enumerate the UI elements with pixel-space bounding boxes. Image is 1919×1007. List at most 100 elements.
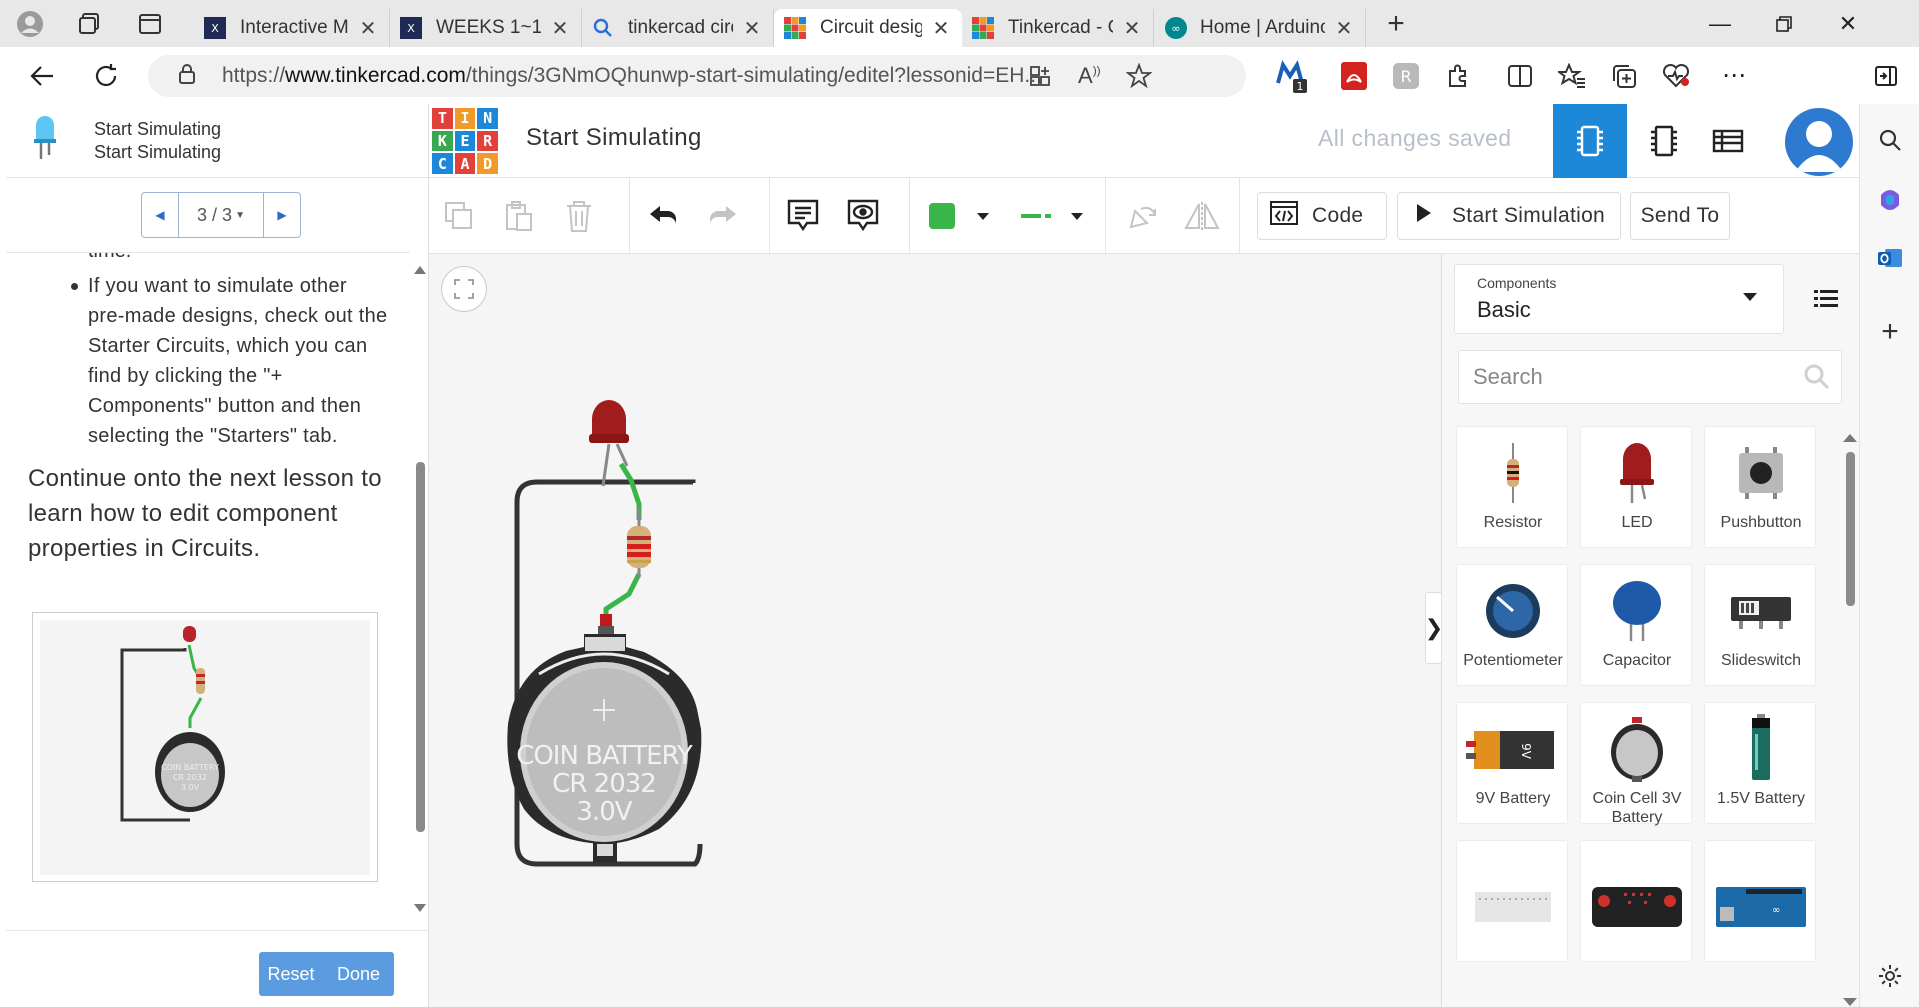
- read-aloud-icon[interactable]: A)): [1078, 63, 1101, 89]
- prev-step-icon[interactable]: ◀: [142, 193, 178, 237]
- tab-tinkercad-circuits[interactable]: Tinkercad - Circu ✕: [962, 9, 1154, 47]
- done-button[interactable]: Done: [323, 952, 394, 996]
- extensions-puzzle-icon[interactable]: [1432, 47, 1484, 104]
- project-title[interactable]: Start Simulating: [526, 124, 702, 152]
- tinkercad-logo[interactable]: T I N K E R C A D: [432, 108, 498, 174]
- code-button[interactable]: Code: [1257, 192, 1387, 240]
- wire-type-picker[interactable]: [1011, 186, 1091, 246]
- component-arduino[interactable]: ∞: [1704, 840, 1816, 962]
- component-list-button[interactable]: [1691, 104, 1765, 178]
- workspaces-icon[interactable]: [60, 0, 120, 47]
- tab-tinkercad-search[interactable]: tinkercad circuits ✕: [582, 9, 774, 47]
- add-sidebar-app-icon[interactable]: +: [1874, 315, 1906, 348]
- search-icon[interactable]: [1803, 363, 1831, 396]
- notes-visibility-icon[interactable]: [833, 186, 893, 246]
- refresh-icon[interactable]: [74, 47, 138, 104]
- new-tab-button[interactable]: +: [1366, 0, 1426, 47]
- user-avatar[interactable]: [1785, 108, 1853, 176]
- component-coin-cell[interactable]: Coin Cell 3V Battery: [1580, 702, 1692, 826]
- url-text[interactable]: https://www.tinkercad.com/things/3GNmOQh…: [222, 64, 1062, 88]
- next-step-icon[interactable]: ▶: [264, 193, 300, 237]
- paste-icon[interactable]: [493, 186, 545, 246]
- svg-text:9V: 9V: [1519, 743, 1533, 760]
- tab-weeks[interactable]: X WEEKS 1~12 OVE ✕: [390, 9, 582, 47]
- close-tab-icon[interactable]: ✕: [357, 16, 379, 41]
- extension-m-icon[interactable]: 1: [1266, 47, 1318, 104]
- pdf-extension-icon[interactable]: [1328, 47, 1380, 104]
- close-tab-icon[interactable]: ✕: [1333, 16, 1355, 41]
- rotate-icon[interactable]: [1115, 186, 1171, 246]
- list-view-icon[interactable]: [1800, 274, 1852, 324]
- start-simulation-button[interactable]: Start Simulation: [1397, 192, 1621, 240]
- close-tab-icon[interactable]: ✕: [1121, 16, 1143, 41]
- capacitor-icon: [1581, 571, 1693, 651]
- search-input[interactable]: [1459, 351, 1789, 403]
- circuit-canvas[interactable]: COIN BATTERY CR 2032 3.0V: [429, 254, 1441, 1007]
- search-icon[interactable]: [1874, 124, 1906, 156]
- lesson-scrollbar[interactable]: [410, 252, 430, 932]
- tab-interactive-media[interactable]: X Interactive Media ✕: [194, 9, 390, 47]
- close-tab-icon[interactable]: ✕: [741, 16, 763, 41]
- settings-gear-icon[interactable]: [1874, 960, 1906, 992]
- sidebar-toggle-icon[interactable]: [1860, 47, 1912, 104]
- more-menu-icon[interactable]: ⋯: [1708, 47, 1760, 104]
- redo-icon[interactable]: [693, 186, 753, 246]
- url-field[interactable]: https://www.tinkercad.com/things/3GNmOQh…: [148, 55, 1246, 97]
- send-to-button[interactable]: Send To: [1630, 192, 1730, 240]
- lesson-panel: Start Simulating Start Simulating ◀ 3 / …: [6, 104, 429, 1007]
- restore-icon[interactable]: [1752, 0, 1816, 47]
- browser-essentials-icon[interactable]: [1650, 47, 1702, 104]
- collections-icon[interactable]: [1598, 47, 1650, 104]
- code-icon: [1270, 201, 1298, 231]
- browser-sidebar: +: [1859, 104, 1919, 1007]
- undo-icon[interactable]: [633, 186, 693, 246]
- component-microbit[interactable]: [1580, 840, 1692, 962]
- component-potentiometer[interactable]: Potentiometer: [1456, 564, 1568, 686]
- close-tab-icon[interactable]: ✕: [930, 16, 952, 41]
- favorite-star-icon[interactable]: [1125, 62, 1153, 94]
- component-breadboard[interactable]: [1456, 840, 1568, 962]
- favorites-icon[interactable]: [1546, 47, 1598, 104]
- vertical-tabs-icon[interactable]: [120, 0, 180, 47]
- delete-icon[interactable]: [553, 186, 605, 246]
- search-icon: [592, 17, 614, 39]
- back-icon[interactable]: [10, 47, 74, 104]
- app-available-icon[interactable]: [1028, 64, 1052, 93]
- components-dropdown[interactable]: Components Basic: [1454, 264, 1784, 334]
- component-resistor[interactable]: Resistor: [1456, 426, 1568, 548]
- split-screen-icon[interactable]: [1494, 47, 1546, 104]
- profile-icon[interactable]: [0, 0, 60, 47]
- step-select[interactable]: 3 / 3 ▼: [178, 193, 264, 237]
- components-scrollbar[interactable]: [1840, 426, 1860, 1007]
- close-tab-icon[interactable]: ✕: [549, 16, 571, 41]
- outlook-icon[interactable]: [1874, 242, 1906, 274]
- led-icon: [1581, 433, 1693, 513]
- component-1-5v-battery[interactable]: 1.5V Battery: [1704, 702, 1816, 824]
- led-icon: [32, 115, 72, 166]
- extension-r-icon[interactable]: R: [1380, 47, 1432, 104]
- tinkercad-app: Start Simulating Start Simulating ◀ 3 / …: [0, 104, 1859, 1007]
- component-9v-battery[interactable]: 9V 9V Battery: [1456, 702, 1568, 824]
- color-picker[interactable]: [919, 186, 999, 246]
- potentiometer-icon: [1457, 571, 1569, 651]
- led-component: [589, 400, 629, 487]
- tab-circuit-design[interactable]: Circuit design Sta ✕: [774, 9, 962, 47]
- minimize-icon[interactable]: —: [1688, 0, 1752, 47]
- play-icon: [1416, 203, 1432, 229]
- component-led[interactable]: LED: [1580, 426, 1692, 548]
- battery-aa-icon: [1705, 709, 1817, 789]
- tab-arduino[interactable]: ∞ Home | Arduino C ✕: [1154, 9, 1366, 47]
- copy-icon[interactable]: [433, 186, 485, 246]
- notes-icon[interactable]: [773, 186, 833, 246]
- component-capacitor[interactable]: Capacitor: [1580, 564, 1692, 686]
- svg-text:X: X: [211, 22, 219, 35]
- circuit-view-button[interactable]: [1553, 104, 1627, 178]
- component-slideswitch[interactable]: Slideswitch: [1704, 564, 1816, 686]
- component-pushbutton[interactable]: Pushbutton: [1704, 426, 1816, 548]
- lock-icon[interactable]: [178, 63, 218, 90]
- schematic-view-button[interactable]: [1627, 104, 1701, 178]
- flip-icon[interactable]: [1173, 186, 1231, 246]
- copilot-icon[interactable]: [1874, 184, 1906, 216]
- close-window-icon[interactable]: ✕: [1816, 0, 1880, 47]
- reset-button[interactable]: Reset: [259, 952, 323, 996]
